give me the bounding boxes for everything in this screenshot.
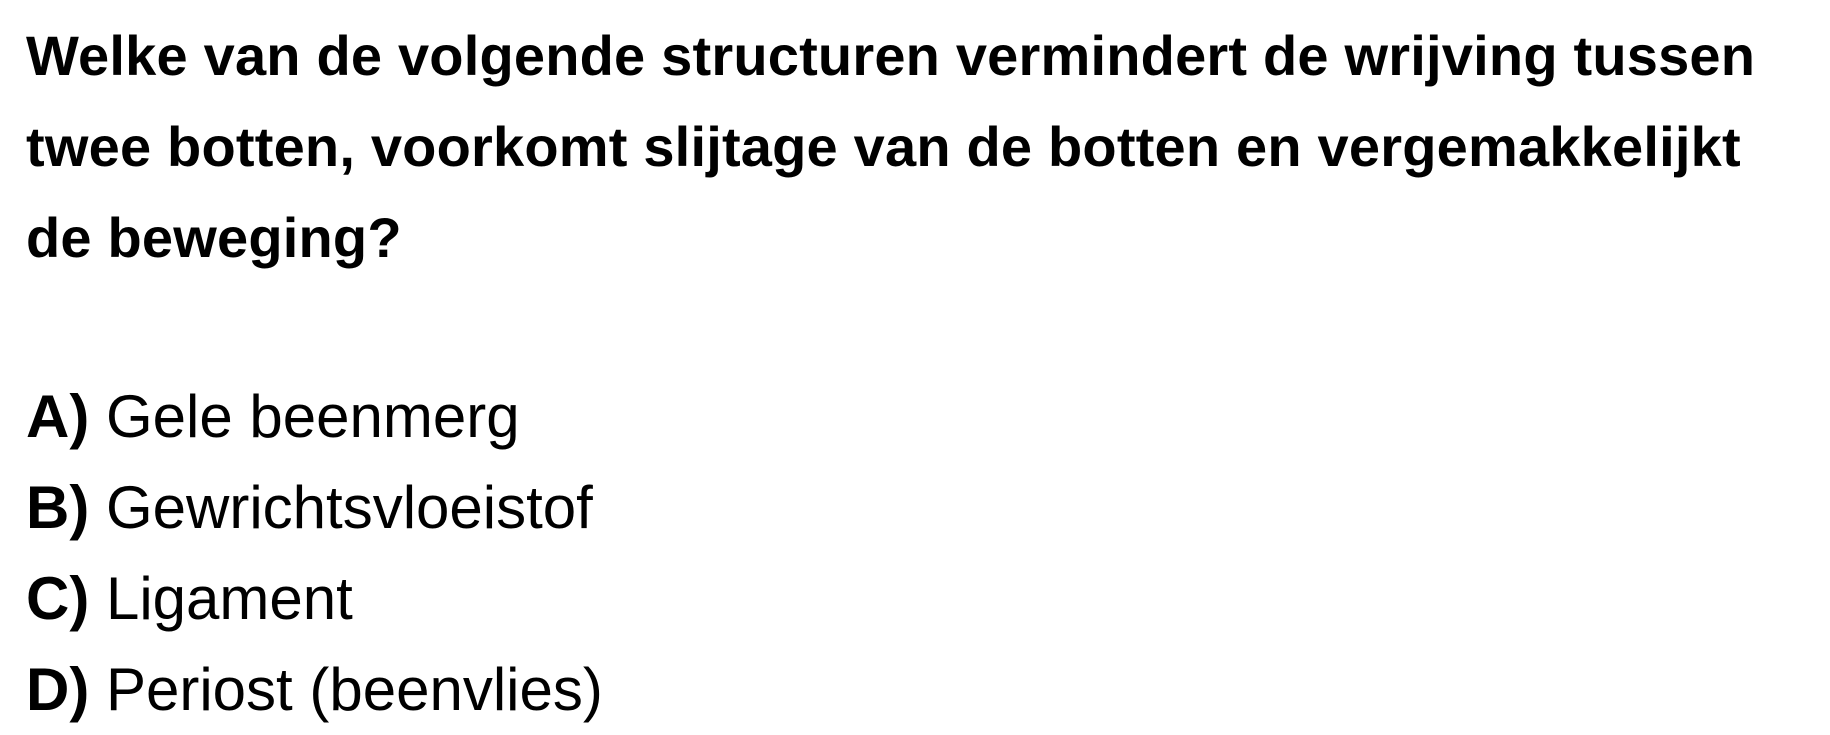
option-text: Gewrichtsvloeistof bbox=[105, 474, 593, 541]
option-text: Periost (beenvlies) bbox=[105, 656, 603, 723]
option-letter: C) bbox=[26, 565, 90, 632]
option-letter: A) bbox=[26, 383, 90, 450]
option-letter: B) bbox=[26, 474, 90, 541]
quiz-slide: Welke van de volgende structuren vermind… bbox=[26, 10, 1816, 735]
option-b: B) Gewrichtsvloeistof bbox=[26, 462, 1816, 553]
answer-options: A) Gele beenmerg B) Gewrichtsvloeistof C… bbox=[26, 371, 1816, 735]
option-text: Ligament bbox=[105, 565, 353, 632]
option-text: Gele beenmerg bbox=[105, 383, 520, 450]
question-text: Welke van de volgende structuren vermind… bbox=[26, 24, 1756, 269]
option-d: D) Periost (beenvlies) bbox=[26, 644, 1816, 735]
option-letter: D) bbox=[26, 656, 90, 723]
option-c: C) Ligament bbox=[26, 553, 1816, 644]
option-a: A) Gele beenmerg bbox=[26, 371, 1816, 462]
